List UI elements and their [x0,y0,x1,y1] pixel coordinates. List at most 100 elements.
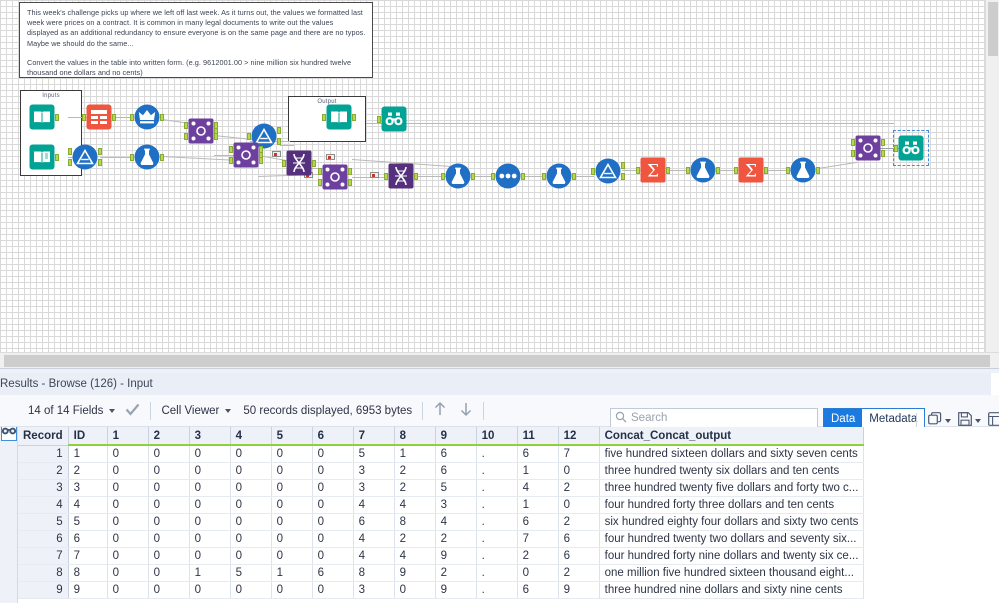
tool-browse-output[interactable] [322,104,356,130]
cell-col-1[interactable]: 0 [107,547,149,565]
cell-col-8[interactable]: 9 [394,564,436,582]
cell-col-3[interactable]: 0 [189,496,231,514]
cell-record[interactable]: 5 [18,513,69,531]
input-anchor[interactable] [229,157,233,164]
cell-record[interactable]: 2 [18,462,69,480]
output-anchor[interactable] [55,153,59,161]
cell-col-3[interactable]: 0 [189,547,231,565]
col-header-9[interactable]: 9 [435,427,477,446]
cell-id[interactable]: 1 [68,445,108,463]
cell-col-2[interactable]: 0 [148,547,190,565]
cell-id[interactable]: 4 [68,496,108,514]
input-anchor[interactable] [734,166,738,174]
input-anchor[interactable] [377,115,381,123]
cell-col-11[interactable]: 1 [517,496,559,514]
cell-id[interactable]: 9 [68,581,108,599]
col-header-10[interactable]: 10 [476,427,518,446]
cell-col-7[interactable]: 3 [353,479,395,497]
cell-col-6[interactable]: 6 [312,564,354,582]
tool-formula-5[interactable] [786,157,820,183]
cell-col-2[interactable]: 0 [148,530,190,548]
cell-col-11[interactable]: 6 [517,513,559,531]
input-anchor[interactable] [322,113,326,121]
output-anchor[interactable] [414,172,418,180]
cell-col-7[interactable]: 4 [353,530,395,548]
tool-summarize-2[interactable]: Σ [734,157,768,183]
cell-col-12[interactable]: 0 [558,462,600,480]
input-anchor[interactable] [384,172,388,180]
cell-col-10[interactable]: . [476,581,518,599]
input-anchor[interactable] [130,113,134,121]
cell-col-10[interactable]: . [476,530,518,548]
cell-record[interactable]: 4 [18,496,69,514]
cell-col-7[interactable]: 3 [353,581,395,599]
cell-col-3[interactable]: 1 [189,564,231,582]
cell-col-7[interactable]: 5 [353,445,395,463]
cell-concat-output[interactable]: four hundred forty three dollars and ten… [599,496,865,514]
output-anchor[interactable] [881,139,885,146]
cell-col-12[interactable]: 0 [558,496,600,514]
cell-id[interactable]: 5 [68,513,108,531]
output-anchor[interactable] [666,166,670,174]
tool-join-1[interactable] [184,118,218,144]
cell-col-7[interactable]: 4 [353,496,395,514]
input-anchor[interactable] [318,179,322,186]
tool-text-input[interactable] [82,104,116,130]
cell-col-6[interactable]: 0 [312,496,354,514]
cell-col-1[interactable]: 0 [107,513,149,531]
cell-col-11[interactable]: 4 [517,479,559,497]
output-anchor[interactable] [621,162,625,169]
input-anchor[interactable] [229,146,233,153]
cell-col-4[interactable]: 5 [230,564,272,582]
output-anchor[interactable] [348,179,352,186]
table-row[interactable]: 4 4 0 0 0 0 0 0 4 4 3. 1 0 four hundred forty three d… [18,496,999,514]
cell-col-10[interactable]: . [476,564,518,582]
input-anchor[interactable] [130,153,134,161]
cell-col-9[interactable]: 5 [435,479,477,497]
table-row[interactable]: 3 3 0 0 0 0 0 0 3 2 5. 4 2 three hundred twenty five … [18,479,999,497]
input-anchor[interactable] [786,166,790,174]
cell-col-6[interactable]: 0 [312,581,354,599]
cell-col-7[interactable]: 3 [353,462,395,480]
cell-col-11[interactable]: 2 [517,547,559,565]
scroll-up-button[interactable] [433,395,447,427]
tool-join-3[interactable] [318,164,352,190]
cell-col-3[interactable]: 0 [189,513,231,531]
cell-concat-output[interactable]: four hundred twenty two dollars and seve… [599,530,865,548]
cell-col-9[interactable]: 2 [435,530,477,548]
output-anchor[interactable] [471,172,475,180]
cell-col-12[interactable]: 2 [558,479,600,497]
cell-col-5[interactable]: 0 [271,513,313,531]
output-anchor[interactable] [881,150,885,157]
cell-col-4[interactable]: 0 [230,496,272,514]
cell-col-6[interactable]: 0 [312,462,354,480]
output-anchor[interactable] [277,127,281,134]
col-header-11[interactable]: 11 [517,427,559,446]
tool-browse-mid[interactable] [377,106,407,132]
tool-select-records[interactable] [130,104,164,130]
cell-concat-output[interactable]: four hundred forty nine dollars and twen… [599,547,865,565]
input-anchor[interactable] [441,172,445,180]
apply-fields-button[interactable] [125,395,140,427]
tool-summarize-1[interactable]: Σ [636,157,670,183]
cell-concat-output[interactable]: one million five hundred sixteen thousan… [599,564,865,582]
cell-col-4[interactable]: 0 [230,530,272,548]
cell-col-12[interactable]: 2 [558,564,600,582]
cell-id[interactable]: 8 [68,564,108,582]
cell-col-6[interactable]: 0 [312,547,354,565]
connection-label-chip[interactable] [370,172,379,178]
cell-col-2[interactable]: 0 [148,564,190,582]
table-row[interactable]: 1 1 0 0 0 0 0 0 5 1 6. 6 7 five hundred sixteen dolla… [18,445,999,463]
cell-record[interactable]: 7 [18,547,69,565]
cell-col-6[interactable]: 0 [312,513,354,531]
cell-id[interactable]: 2 [68,462,108,480]
output-anchor[interactable] [352,113,356,121]
canvas-horizontal-scrollbar[interactable] [0,352,999,368]
cell-col-1[interactable]: 0 [107,581,149,599]
cell-col-11[interactable]: 6 [517,445,559,463]
cell-record[interactable]: 8 [18,564,69,582]
col-header-1[interactable]: 1 [107,427,149,446]
cell-col-1[interactable]: 0 [107,479,149,497]
cell-col-10[interactable]: . [476,547,518,565]
cell-col-5[interactable]: 0 [271,479,313,497]
